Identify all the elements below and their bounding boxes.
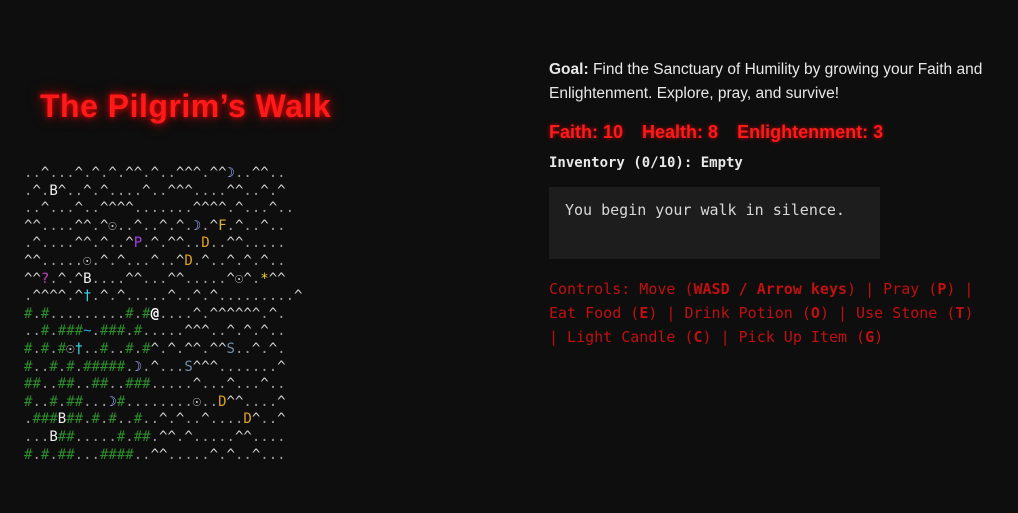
game-map: ..^...^.^.^.^^.^..^^^.^^☽..^^.. .^.B^..^.… (24, 165, 302, 464)
move-keys: WASD / Arrow keys (693, 280, 848, 298)
pickup-key: G (865, 328, 875, 346)
goal-label: Goal: (549, 61, 589, 78)
map-row: #..#.##...☽#........☉..D^^....^ (24, 393, 286, 410)
creature-b-glyph: B (49, 182, 58, 199)
game-title: The Pilgrim’s Walk (40, 88, 332, 124)
map-row: ..^...^.^.^.^^.^..^^^.^^☽..^^.. (24, 165, 286, 181)
creature-b-glyph: B (83, 270, 92, 287)
map-row: ..^...^..^^^^.......^^^^.^...^.. (24, 200, 294, 217)
creature-p-glyph: P (133, 235, 143, 252)
faith-stat: Faith: 10 (549, 122, 624, 142)
creature-f-glyph: F (218, 217, 227, 234)
item-glyph: ☉ (66, 340, 75, 357)
controls-pickup: ) | Pick Up Item ( (702, 328, 866, 346)
moon-glyph: ☽ (108, 393, 117, 410)
map-row: .###B##.#.#..#..^.^..^....D^..^ (24, 411, 286, 428)
map-row: .^.B^..^.^....^..^^^....^^..^.^ (24, 182, 286, 199)
item-glyph: ☉ (108, 217, 117, 234)
map-row: ##..##..##..###.....^...^...^.. (24, 376, 286, 393)
controls-pray: ) | Pray ( (847, 280, 938, 298)
water-glyph: ~ (83, 323, 92, 340)
creature-d-glyph: D (201, 235, 210, 252)
item-glyph: ☉ (83, 252, 92, 269)
controls-stone: ) | Use Stone ( (819, 304, 956, 322)
moon-glyph: ☽ (133, 358, 143, 375)
drink-key: O (810, 304, 820, 322)
eat-key: E (639, 304, 649, 322)
controls-suffix: ) (874, 328, 884, 346)
controls-prefix: Controls: Move ( (549, 280, 694, 298)
creature-d-glyph: D (184, 252, 193, 269)
map-row: #.#.##...####..^^.....^.^..^... (24, 446, 286, 463)
controls-drink: ) | Drink Potion ( (648, 304, 811, 322)
creature-s-glyph: S (184, 358, 193, 375)
goal-text: Goal: Find the Sanctuary of Humility by … (549, 58, 989, 106)
controls-help: Controls: Move (WASD / Arrow keys) | Pra… (549, 277, 989, 349)
player-glyph: @ (150, 305, 159, 322)
creature-s-glyph: S (226, 340, 235, 357)
map-row: #..#.#.#####.☽.^...S^^^.......^ (24, 358, 286, 375)
map-row: ^^?.^.^B....^^...^^.....^☉^.*^^ (24, 270, 286, 287)
map-row: ...B##.....#.##.^^.^.....^^.... (24, 428, 286, 445)
cross-glyph: † (74, 340, 84, 357)
info-panel: Goal: Find the Sanctuary of Humility by … (549, 58, 989, 349)
health-stat: Health: 8 (642, 122, 719, 142)
map-row: #.#.........#.#@....^.^^^^^^.^. (24, 305, 286, 322)
goal-description: Find the Sanctuary of Humility by growin… (549, 61, 983, 102)
map-row: ^^.....☉.^.^...^..^D.^..^.^.^.. (24, 252, 286, 269)
map-row: ^^....^^.^☉..^..^.^.☽.^F.^..^.. (24, 217, 286, 234)
inventory-status: Inventory (0/10): Empty (549, 155, 743, 171)
moon-glyph: ☽ (226, 165, 235, 181)
map-row: ..#.###~.###.#.....^^^..^.^.^.. (24, 323, 286, 340)
moon-glyph: ☽ (192, 217, 202, 234)
cross-glyph: † (83, 288, 92, 305)
creature-d-glyph: D (243, 411, 252, 428)
log-message: You begin your walk in silence. (565, 201, 845, 219)
creature-d-glyph: D (218, 393, 227, 410)
creature-b-glyph: B (57, 411, 67, 428)
enlightenment-stat: Enlightenment: 3 (737, 122, 884, 142)
map-row: .^^^^.^†.^.^.....^..^.^.........^ (24, 288, 303, 305)
candle-key: C (693, 328, 703, 346)
message-log: You begin your walk in silence. (549, 187, 880, 259)
map-row: #.#.#☉†..#..#.#^.^.^^.^^S..^.^. (24, 340, 286, 357)
star-glyph: * (260, 270, 269, 287)
map-row: .^....^^.^..^P.^.^^..D..^^..... (24, 235, 286, 252)
creature-b-glyph: B (49, 428, 58, 445)
stats-bar: Faith: 10 Health: 8 Enlightenment: 3 (549, 122, 989, 143)
item-glyph: ☉ (192, 393, 202, 410)
